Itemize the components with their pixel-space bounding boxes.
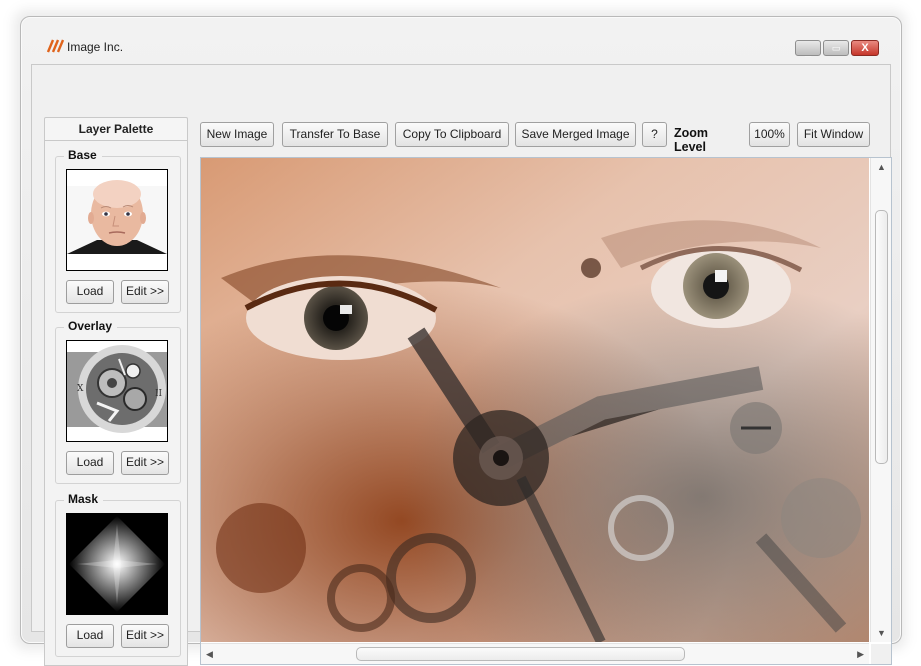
scroll-right-icon[interactable]: ▶ — [857, 649, 864, 659]
mask-group-label: Mask — [64, 492, 104, 506]
transfer-to-base-button[interactable]: Transfer To Base — [282, 122, 388, 147]
save-merged-image-button[interactable]: Save Merged Image — [515, 122, 636, 147]
svg-text:II: II — [155, 389, 163, 399]
scroll-up-icon[interactable]: ▲ — [877, 162, 886, 172]
scroll-left-icon[interactable]: ◀ — [206, 649, 213, 659]
clockwork-image-icon: X II — [67, 341, 167, 441]
layer-palette-tab[interactable]: Layer Palette — [44, 117, 188, 140]
maximize-icon: ▭ — [831, 43, 841, 53]
minimize-icon: _ — [804, 46, 812, 58]
app-logo-icon — [47, 39, 65, 53]
merged-image-canvas[interactable] — [201, 158, 869, 642]
horizontal-scroll-thumb[interactable] — [356, 647, 685, 661]
close-icon: X — [861, 42, 869, 54]
base-thumbnail[interactable] — [66, 169, 168, 271]
portrait-image-icon — [67, 170, 167, 270]
base-group: Base Load Edit >> — [55, 148, 181, 313]
scroll-down-icon[interactable]: ▼ — [877, 628, 886, 638]
app-window: Image Inc. _ ▭ X Layer Palette Base Load… — [20, 16, 902, 666]
vertical-scrollbar[interactable]: ▲ ▼ — [870, 158, 891, 642]
scrollbar-corner — [871, 644, 891, 664]
mask-load-button[interactable]: Load — [66, 624, 114, 648]
overlay-edit-button[interactable]: Edit >> — [121, 451, 169, 475]
image-viewport: ▲ ▼ ◀ ▶ — [200, 157, 892, 665]
layer-palette: Base Load Edit >> Overlay X II Load Edit… — [44, 140, 188, 666]
mask-group: Mask Load Edit >> — [55, 492, 181, 657]
minimize-button[interactable]: _ — [795, 40, 821, 58]
overlay-group: Overlay X II Load Edit >> — [55, 319, 181, 484]
close-button[interactable]: X — [851, 40, 879, 56]
overlay-group-label: Overlay — [64, 319, 118, 333]
mask-edit-button[interactable]: Edit >> — [121, 624, 169, 648]
window-title: Image Inc. — [67, 40, 124, 54]
fit-window-button[interactable]: Fit Window — [797, 122, 870, 147]
zoom-100-button[interactable]: 100% — [749, 122, 790, 147]
new-image-button[interactable]: New Image — [200, 122, 274, 147]
client-area: Layer Palette Base Load Edit >> Overlay … — [31, 64, 892, 666]
title-bar[interactable]: Image Inc. _ ▭ X — [21, 17, 901, 61]
help-button[interactable]: ? — [642, 122, 667, 147]
base-load-button[interactable]: Load — [66, 280, 114, 304]
vertical-scroll-thumb[interactable] — [875, 210, 888, 464]
window-controls: _ ▭ X — [795, 40, 879, 58]
maximize-button[interactable]: ▭ — [823, 40, 849, 56]
mask-thumbnail[interactable] — [66, 513, 168, 615]
zoom-level-label: Zoom Level — [674, 126, 709, 154]
svg-text:X: X — [77, 384, 84, 394]
overlay-load-button[interactable]: Load — [66, 451, 114, 475]
base-edit-button[interactable]: Edit >> — [121, 280, 169, 304]
base-group-label: Base — [64, 148, 102, 162]
overlay-thumbnail[interactable]: X II — [66, 340, 168, 442]
merged-image — [201, 158, 869, 642]
radial-mask-image-icon — [67, 514, 167, 614]
horizontal-scrollbar[interactable]: ◀ ▶ — [201, 643, 869, 664]
copy-to-clipboard-button[interactable]: Copy To Clipboard — [395, 122, 509, 147]
